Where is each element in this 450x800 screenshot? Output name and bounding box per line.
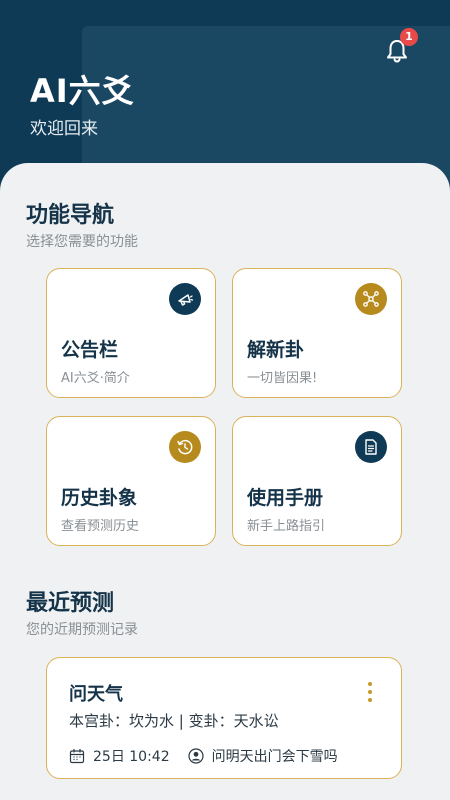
card-subtitle: 查看预测历史 (61, 519, 140, 534)
record-question: 问明天出门会下雪吗 (211, 749, 338, 765)
card-bulletin[interactable]: 公告栏 AI六爻·简介 (46, 268, 216, 398)
megaphone-icon (169, 283, 201, 315)
notification-badge: 1 (400, 28, 418, 46)
card-subtitle: 一切皆因果! (247, 371, 318, 386)
card-new-divination[interactable]: 解新卦 一切皆因果! (232, 268, 402, 398)
nav-section-title: 功能导航 (26, 203, 115, 228)
record-time: 25日 10:42 (93, 749, 170, 765)
welcome-text: 欢迎回来 (30, 119, 98, 139)
card-title: 历史卦象 (61, 487, 138, 509)
question-icon (188, 748, 204, 764)
card-subtitle: 新手上路指引 (247, 519, 326, 534)
prediction-record[interactable]: 问天气 本宫卦：坎为水 | 变卦：天水讼 25日 10:42 问明天出门会下雪吗 (46, 657, 402, 779)
card-history[interactable]: 历史卦象 查看预测历史 (46, 416, 216, 546)
nav-section-subtitle: 选择您需要的功能 (26, 234, 138, 250)
card-subtitle: AI六爻·简介 (61, 371, 130, 386)
network-icon (355, 283, 387, 315)
record-meta: 25日 10:42 问明天出门会下雪吗 (69, 746, 338, 766)
calendar-icon (69, 748, 85, 764)
recent-section-title: 最近预测 (26, 591, 115, 616)
app-title: AI六爻 (30, 72, 135, 110)
history-icon (169, 431, 201, 463)
card-manual[interactable]: 使用手册 新手上路指引 (232, 416, 402, 546)
recent-section-subtitle: 您的近期预测记录 (26, 622, 138, 638)
document-icon (355, 431, 387, 463)
card-title: 解新卦 (247, 339, 305, 361)
record-gua: 本宫卦：坎为水 | 变卦：天水讼 (69, 712, 279, 730)
card-title: 使用手册 (247, 487, 324, 509)
card-title: 公告栏 (61, 339, 119, 361)
record-title: 问天气 (69, 684, 123, 705)
more-options-icon[interactable] (367, 682, 373, 702)
